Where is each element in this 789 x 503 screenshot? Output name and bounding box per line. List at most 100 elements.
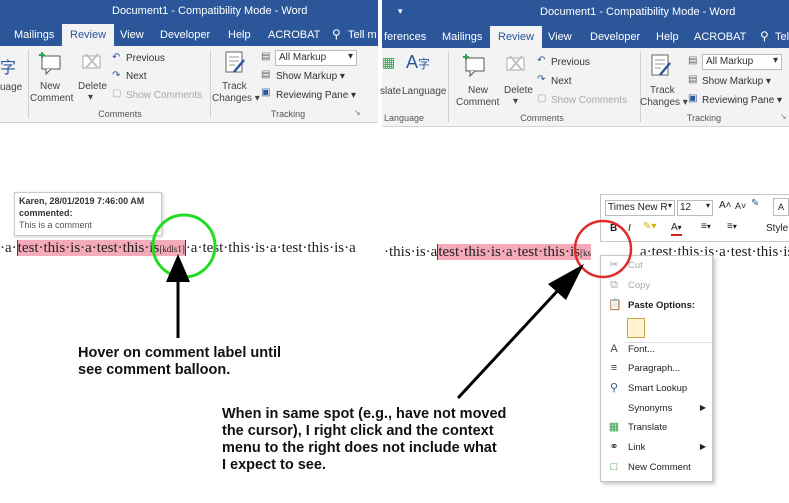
left-tab-help[interactable]: Help	[220, 24, 259, 46]
left-delete-icon[interactable]	[80, 52, 104, 74]
mini-font-dropdown-icon[interactable]: ▾	[668, 201, 672, 210]
rightclick-note: When in same spot (e.g., have not moved …	[222, 406, 506, 474]
mini-styles-icon[interactable]: A	[773, 198, 789, 216]
mini-highlight-icon[interactable]: ✎▾	[643, 221, 656, 232]
left-tab-review[interactable]: Review	[62, 24, 115, 46]
context-menu-item-synonyms[interactable]: Synonyms ▶	[601, 399, 712, 419]
left-previous-icon[interactable]: ↶	[112, 52, 120, 63]
left-next-button[interactable]: Next	[126, 71, 147, 82]
context-menu-item-link[interactable]: ⚭ Link ▶	[601, 438, 712, 458]
right-group-language: Language	[383, 113, 425, 123]
left-language-icon[interactable]: 字	[0, 54, 16, 78]
right-reviewing-pane-button[interactable]: Reviewing Pane ▾	[702, 95, 782, 106]
right-markup-icon: ▤	[688, 55, 698, 66]
paste-keep-text-only-icon[interactable]	[627, 318, 645, 338]
right-document-line[interactable]: ·this·is·atest·this·is·a·test·this·is[ks	[384, 244, 591, 261]
link-icon: ⚭	[609, 441, 619, 453]
left-show-comments-button[interactable]: Show Comments	[126, 90, 202, 101]
left-track-label-2[interactable]: Changes ▾	[212, 93, 260, 104]
right-markup-select[interactable]: All Markup ▾	[702, 54, 782, 70]
mini-numbering-icon[interactable]: ≡▾	[727, 221, 737, 232]
right-track-changes-icon[interactable]	[648, 53, 674, 81]
right-language-glyph: 字	[418, 57, 431, 71]
right-qat-caret[interactable]: ▾	[398, 6, 403, 17]
right-tab-developer[interactable]: Developer	[582, 26, 648, 48]
left-track-changes-icon[interactable]	[222, 50, 248, 78]
mini-styles-label[interactable]: Style	[766, 223, 788, 234]
right-doc-highlighted[interactable]: test·this·is·a·test·this·is[ks	[437, 244, 591, 260]
right-language-label[interactable]: Language	[402, 86, 447, 97]
left-previous-button[interactable]: Previous	[126, 53, 165, 64]
right-tab-help[interactable]: Help	[648, 26, 687, 48]
right-previous-button[interactable]: Previous	[551, 57, 590, 68]
right-tab-references[interactable]: ferences	[376, 26, 434, 48]
left-window-title: Document1 - Compatibility Mode - Word	[112, 5, 308, 17]
left-tab-developer[interactable]: Developer	[152, 24, 218, 46]
right-previous-icon[interactable]: ↶	[537, 55, 545, 66]
right-translate-label[interactable]: slate	[380, 86, 401, 97]
right-doc-pre: ·this·is·a	[384, 244, 438, 260]
right-translate-icon[interactable]: ▦	[382, 54, 395, 71]
mini-bullets-icon[interactable]: ≡▾	[701, 221, 711, 232]
right-language-icon[interactable]: A字	[406, 52, 430, 73]
left-markup-dropdown-icon[interactable]: ▾	[348, 51, 353, 62]
context-menu-label-new-comment: New Comment	[628, 462, 691, 473]
right-new-comment-label-1[interactable]: New	[468, 85, 488, 96]
context-menu-item-smart-lookup[interactable]: ⚲ Smart Lookup	[601, 379, 712, 399]
left-language-label[interactable]: uage	[0, 82, 22, 93]
mini-size-dropdown-icon[interactable]: ▾	[706, 201, 710, 210]
left-title-bar: Document1 - Compatibility Mode - Word	[0, 0, 378, 24]
right-delete-label[interactable]: Delete	[504, 85, 533, 96]
paragraph-icon: ≡	[610, 362, 618, 374]
right-show-markup-button[interactable]: Show Markup ▾	[702, 76, 771, 87]
right-doc-highlight-text: test·this·is·a·test·this·is	[438, 244, 580, 260]
right-tab-review[interactable]: Review	[490, 26, 543, 48]
hover-note: Hover on comment label until see comment…	[78, 345, 281, 379]
left-new-comment-label-2[interactable]: Comment	[30, 93, 73, 104]
left-tab-view[interactable]: View	[112, 24, 152, 46]
rightclick-note-line-2: the cursor), I right click and the conte…	[222, 423, 494, 439]
right-tab-view[interactable]: View	[540, 26, 580, 48]
right-tab-tell-me[interactable]: Tell m	[767, 26, 789, 48]
right-tab-mailings[interactable]: Mailings	[434, 26, 490, 48]
context-menu-item-new-comment[interactable]: □ New Comment	[601, 458, 712, 478]
right-tab-acrobat[interactable]: ACROBAT	[686, 26, 754, 48]
right-next-button[interactable]: Next	[551, 76, 572, 87]
mini-size-select[interactable]: 12 ▾	[677, 200, 713, 216]
mini-font-color-icon[interactable]: A▾	[671, 222, 682, 236]
font-icon: A	[610, 343, 618, 355]
left-reviewing-pane-button[interactable]: Reviewing Pane ▾	[276, 90, 356, 101]
left-show-markup-button[interactable]: Show Markup ▾	[276, 71, 345, 82]
right-show-comments-button[interactable]: Show Comments	[551, 95, 627, 106]
mini-shrink-font-button[interactable]: A˅	[735, 201, 746, 211]
right-track-label-2[interactable]: Changes ▾	[640, 97, 688, 108]
right-new-comment-icon[interactable]	[462, 52, 488, 78]
left-new-comment-icon[interactable]	[38, 50, 64, 76]
left-markup-select[interactable]: All Markup ▾	[275, 50, 357, 66]
context-menu-item-paragraph[interactable]: ≡ Paragraph...	[601, 359, 712, 379]
right-tracking-launcher-icon[interactable]: ↘	[780, 112, 787, 121]
left-track-label-1[interactable]: Track	[222, 81, 247, 92]
left-tab-mailings[interactable]: Mailings	[6, 24, 62, 46]
context-menu-label-synonyms: Synonyms	[628, 403, 673, 414]
left-new-comment-label-1[interactable]: New	[40, 81, 60, 92]
right-new-comment-label-2[interactable]: Comment	[456, 97, 499, 108]
translate-icon: ▦	[608, 421, 620, 433]
context-menu-item-translate[interactable]: ▦ Translate	[601, 418, 712, 438]
left-show-markup-icon: ▤	[261, 69, 271, 80]
context-menu-label-link: Link	[628, 442, 646, 453]
right-track-label-1[interactable]: Track	[650, 85, 675, 96]
right-next-icon[interactable]: ↷	[537, 74, 545, 85]
left-next-icon[interactable]: ↷	[112, 70, 120, 81]
mini-font-select[interactable]: Times New R ▾	[605, 200, 675, 216]
left-tracking-launcher-icon[interactable]: ↘	[354, 108, 361, 117]
mini-grow-font-button[interactable]: A˄	[719, 200, 732, 211]
right-delete-icon[interactable]	[504, 54, 528, 76]
context-menu-item-font[interactable]: A Font...	[601, 340, 712, 360]
left-tab-acrobat[interactable]: ACROBAT	[260, 24, 328, 46]
hover-note-line-2: see comment balloon.	[78, 362, 231, 378]
mini-font-value: Times New R	[608, 202, 668, 213]
left-delete-label[interactable]: Delete	[78, 81, 107, 92]
right-markup-dropdown-icon[interactable]: ▾	[773, 55, 778, 66]
mini-format-painter-icon[interactable]: ✎	[751, 198, 759, 209]
